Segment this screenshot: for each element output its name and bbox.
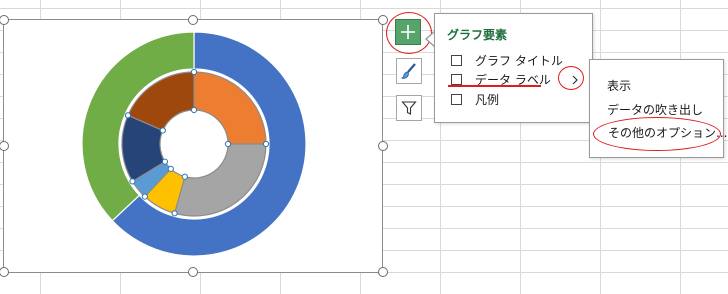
checkbox[interactable] xyxy=(451,94,462,105)
resize-handle-top-right[interactable] xyxy=(378,15,388,25)
option-label: グラフ タイトル xyxy=(475,54,563,68)
chart-filters-button[interactable] xyxy=(396,95,422,121)
submenu-item-callout[interactable]: データの吹き出し xyxy=(607,101,703,118)
highlight-ellipse-more-options xyxy=(593,117,721,151)
series-selection-handle xyxy=(159,127,166,134)
series-selection-handle xyxy=(181,173,188,180)
funnel-icon xyxy=(401,101,417,115)
panel-title: グラフ要素 xyxy=(447,28,508,42)
resize-handle-bottom-center[interactable] xyxy=(188,267,198,277)
chart-area[interactable] xyxy=(3,19,383,273)
option-chart-title[interactable]: グラフ タイトル xyxy=(451,52,563,69)
chart-styles-button[interactable] xyxy=(396,58,422,84)
series-selection-handle xyxy=(224,140,232,148)
series-selection-handle xyxy=(129,178,136,185)
series-selection-handle xyxy=(124,112,132,119)
highlight-underline-data-labels xyxy=(448,85,541,87)
series-selection-handle xyxy=(190,68,198,76)
resize-handle-top-center[interactable] xyxy=(188,15,198,25)
resize-handle-middle-right[interactable] xyxy=(378,141,388,151)
series-selection-handle xyxy=(141,193,148,200)
checkbox[interactable] xyxy=(451,74,462,85)
series-selection-handle xyxy=(262,140,270,148)
donut-chart[interactable] xyxy=(4,20,382,272)
series-selection-handle xyxy=(171,210,178,217)
brush-icon xyxy=(401,63,416,79)
highlight-circle-submenu-arrow xyxy=(558,66,584,90)
series-selection-handle xyxy=(190,106,198,114)
checkbox[interactable] xyxy=(451,55,462,66)
series-selection-handle xyxy=(167,165,174,172)
option-legend[interactable]: 凡例 xyxy=(451,91,499,108)
resize-handle-bottom-right[interactable] xyxy=(378,267,388,277)
submenu-item-show[interactable]: 表示 xyxy=(607,77,631,94)
series-selection-handle xyxy=(161,158,169,165)
option-label: 凡例 xyxy=(475,93,500,107)
